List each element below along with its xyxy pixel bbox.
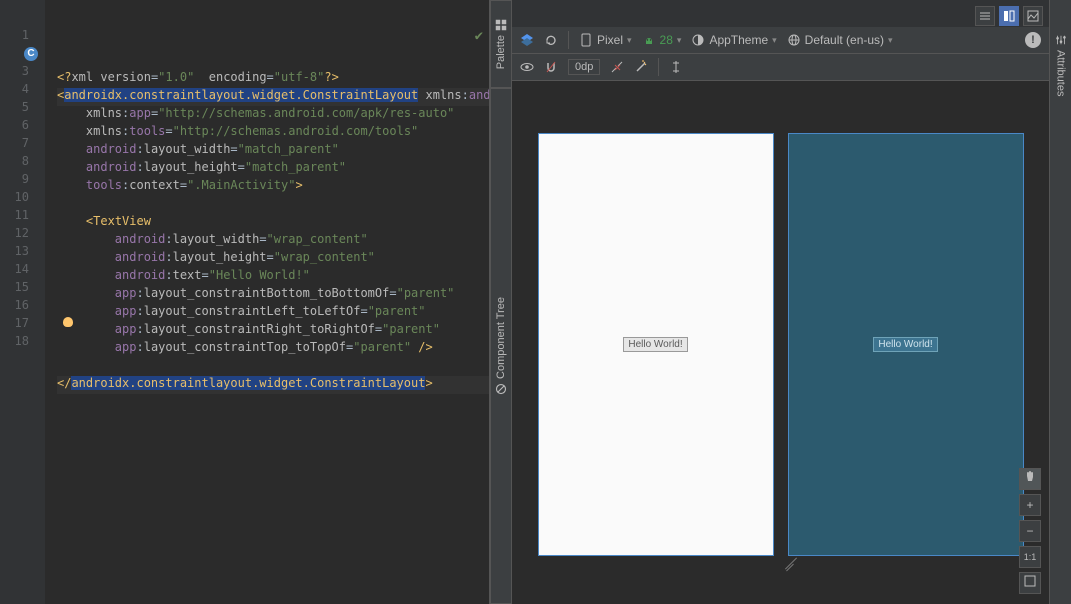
design-toolbar: Pixel ▾ 28 ▾ AppTheme ▾ Default (en-us) … (512, 27, 1049, 54)
guidelines-icon (669, 60, 683, 74)
code-line[interactable] (57, 358, 489, 376)
palette-label: Palette (495, 35, 507, 69)
pan-button[interactable] (1019, 468, 1041, 490)
view-split-button[interactable] (999, 6, 1019, 26)
fullscreen-icon (1024, 575, 1036, 587)
view-mode-switcher (975, 6, 1043, 26)
code-line[interactable]: android:layout_height="match_parent" (57, 160, 489, 178)
zoom-in-button[interactable]: + (1019, 494, 1041, 516)
chevron-down-icon: ▾ (627, 35, 632, 46)
code-line[interactable]: xmlns:tools="http://schemas.android.com/… (57, 124, 489, 142)
clear-constraints-icon (610, 60, 624, 74)
code-line[interactable]: <androidx.constraintlayout.widget.Constr… (57, 88, 489, 106)
code-line[interactable]: android:layout_width="match_parent" (57, 142, 489, 160)
device-frame-design[interactable]: Hello World! (538, 133, 774, 556)
code-line[interactable]: android:text="Hello World!" (57, 268, 489, 286)
rotate-icon (544, 33, 558, 47)
chevron-down-icon: ▾ (888, 35, 893, 46)
attributes-tab[interactable]: Attributes (1049, 0, 1071, 604)
autoconnect-button[interactable] (544, 60, 558, 74)
code-editor[interactable]: 12C3456789101112131415161718 ✔ <?xml ver… (0, 0, 490, 604)
default-margin[interactable]: 0dp (568, 59, 600, 75)
magnet-icon (544, 60, 558, 74)
wand-icon (634, 60, 648, 74)
code-line[interactable]: android:layout_height="wrap_content" (57, 250, 489, 268)
code-line[interactable]: tools:context=".MainActivity"> (57, 178, 489, 196)
sliders-icon (1055, 34, 1067, 46)
phone-icon (579, 33, 593, 47)
android-icon (642, 33, 656, 47)
theme-select[interactable]: AppTheme ▾ (691, 33, 776, 47)
palette-icon (495, 19, 507, 31)
chevron-down-icon: ▾ (772, 35, 777, 46)
design-preview-panel: Pixel ▾ 28 ▾ AppTheme ▾ Default (en-us) … (512, 0, 1049, 604)
forbidden-icon (495, 383, 507, 395)
warnings-button[interactable]: ! (1025, 32, 1041, 48)
preview-textview-blueprint[interactable]: Hello World! (873, 337, 937, 352)
preview-textview[interactable]: Hello World! (623, 337, 687, 352)
device-frame-blueprint[interactable]: Hello World! (788, 133, 1024, 556)
eye-icon (520, 60, 534, 74)
device-label: Pixel (597, 33, 623, 47)
locale-select[interactable]: Default (en-us) ▾ (787, 33, 893, 47)
zoom-controls: + − 1:1 (1019, 468, 1041, 594)
view-options-button[interactable] (520, 60, 534, 74)
zoom-fit-button[interactable]: 1:1 (1019, 546, 1041, 568)
resize-handle-icon[interactable] (781, 553, 801, 573)
design-canvas[interactable]: Hello World! Hello World! + − 1:1 (512, 81, 1049, 604)
attributes-label: Attributes (1055, 50, 1067, 96)
theme-label: AppTheme (709, 33, 768, 47)
design-surface-button[interactable] (520, 33, 534, 47)
zoom-out-button[interactable]: − (1019, 520, 1041, 542)
guidelines-button[interactable] (669, 60, 683, 74)
code-line[interactable] (57, 196, 489, 214)
view-code-button[interactable] (975, 6, 995, 26)
locale-label: Default (en-us) (805, 33, 884, 47)
code-area[interactable]: ✔ <?xml version="1.0" encoding="utf-8"?>… (45, 0, 489, 604)
globe-icon (787, 33, 801, 47)
code-line[interactable]: app:layout_constraintRight_toRightOf="pa… (57, 322, 489, 340)
palette-tab[interactable]: Palette (490, 0, 512, 88)
design-toolbar-secondary: 0dp (512, 54, 1049, 81)
gutter: 12C3456789101112131415161718 (0, 0, 45, 604)
code-line[interactable]: app:layout_constraintTop_toTopOf="parent… (57, 340, 489, 358)
clear-constraints-button[interactable] (610, 60, 624, 74)
orientation-button[interactable] (544, 33, 558, 47)
layers-icon (520, 33, 534, 47)
code-line[interactable]: </androidx.constraintlayout.widget.Const… (57, 376, 489, 394)
code-line[interactable]: <?xml version="1.0" encoding="utf-8"?> (57, 70, 489, 88)
api-select[interactable]: 28 ▾ (642, 33, 682, 47)
device-select[interactable]: Pixel ▾ (579, 33, 632, 47)
component-tree-tab[interactable]: Component Tree (490, 88, 512, 604)
chevron-down-icon: ▾ (677, 35, 682, 46)
zoom-reset-button[interactable] (1019, 572, 1041, 594)
code-line[interactable]: app:layout_constraintLeft_toLeftOf="pare… (57, 304, 489, 322)
hand-icon (1023, 469, 1037, 483)
code-line[interactable]: app:layout_constraintBottom_toBottomOf="… (57, 286, 489, 304)
infer-constraints-button[interactable] (634, 60, 648, 74)
component-tree-label: Component Tree (495, 297, 507, 379)
api-label: 28 (660, 33, 673, 47)
code-line[interactable]: xmlns:app="http://schemas.android.com/ap… (57, 106, 489, 124)
code-line[interactable]: <TextView (57, 214, 489, 232)
code-line[interactable]: android:layout_width="wrap_content" (57, 232, 489, 250)
status-ok-icon: ✔ (475, 28, 483, 44)
theme-icon (691, 33, 705, 47)
view-design-button[interactable] (1023, 6, 1043, 26)
